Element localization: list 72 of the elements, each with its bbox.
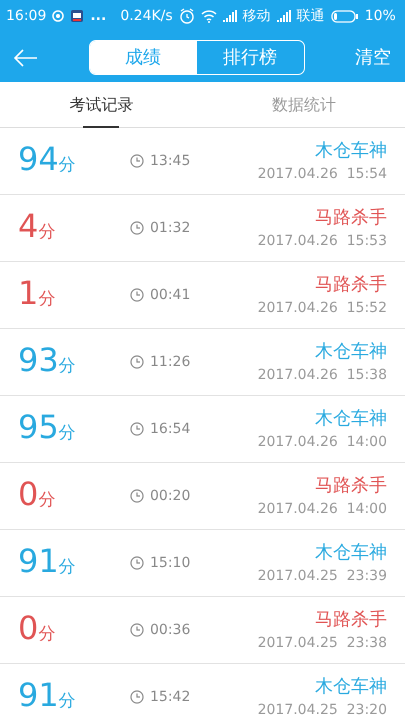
duration: 15:10 <box>150 554 190 572</box>
battery-icon <box>330 10 359 22</box>
score: 91 <box>18 679 59 712</box>
exam-date: 2017.04.26 14:00 <box>258 500 387 519</box>
score-unit: 分 <box>58 154 76 178</box>
duration: 01:32 <box>150 218 190 238</box>
score: 0 <box>18 478 38 510</box>
segment-tab[interactable]: 排行榜 <box>196 40 304 74</box>
more-indicator: ... <box>90 6 106 26</box>
exam-date: 2017.04.26 14:00 <box>258 433 387 452</box>
score: 4 <box>18 210 38 242</box>
result-title: 马路杀手 <box>315 608 387 632</box>
result-title: 木仓车神 <box>315 139 387 163</box>
clock-icon <box>130 288 144 302</box>
clock-time: 16:09 <box>6 6 46 26</box>
result-title: 马路杀手 <box>315 474 387 498</box>
exam-date: 2017.04.26 15:52 <box>258 299 387 318</box>
battery-percent: 10% <box>364 6 396 26</box>
score-unit: 分 <box>58 355 76 378</box>
exam-date: 2017.04.26 15:54 <box>258 165 387 184</box>
exam-date: 2017.04.25 23:39 <box>258 567 387 586</box>
signal-icon <box>222 10 237 22</box>
clock-icon <box>130 623 144 637</box>
score-unit: 分 <box>58 690 76 714</box>
wifi-icon <box>200 9 217 23</box>
notification-icon <box>52 10 64 22</box>
clock-icon <box>130 355 144 369</box>
score: 91 <box>18 545 59 578</box>
result-title: 木仓车神 <box>315 675 387 699</box>
tab[interactable]: 考试记录 <box>0 82 202 128</box>
app-icon <box>70 9 84 23</box>
clear-button[interactable]: 清空 <box>355 44 391 70</box>
duration: 00:20 <box>150 486 190 506</box>
duration: 15:42 <box>150 688 190 706</box>
duration: 00:36 <box>150 620 190 640</box>
duration: 16:54 <box>150 420 190 438</box>
score: 1 <box>18 277 38 310</box>
exam-date: 2017.04.25 23:38 <box>258 634 387 653</box>
exam-date: 2017.04.26 15:53 <box>258 232 387 251</box>
score: 0 <box>18 612 38 644</box>
clock-icon <box>130 690 144 704</box>
score-unit: 分 <box>58 422 76 446</box>
network-speed: 0.24K/s <box>120 6 173 26</box>
score: 93 <box>18 344 59 376</box>
exam-date: 2017.04.25 23:20 <box>258 701 387 720</box>
exam-date: 2017.04.26 15:38 <box>258 366 387 385</box>
duration: 11:26 <box>150 352 190 372</box>
carrier-name: 移动 <box>242 6 271 26</box>
alarm-icon <box>178 8 195 24</box>
clock-icon <box>130 556 144 570</box>
result-title: 马路杀手 <box>315 206 387 230</box>
score-unit: 分 <box>38 221 56 244</box>
result-title: 木仓车神 <box>315 407 387 431</box>
result-title: 木仓车神 <box>315 541 387 565</box>
result-title: 木仓车神 <box>315 340 387 364</box>
duration: 13:45 <box>150 152 190 170</box>
score-unit: 分 <box>38 288 56 312</box>
tab[interactable]: 数据统计 <box>202 82 405 128</box>
duration: 00:41 <box>150 286 190 304</box>
clock-icon <box>130 422 144 436</box>
carrier-name: 联通 <box>296 6 325 26</box>
clock-icon <box>130 489 144 503</box>
score-unit: 分 <box>38 489 56 512</box>
segment-tab[interactable]: 成绩 <box>90 40 196 74</box>
clock-icon <box>130 154 144 168</box>
score-unit: 分 <box>38 623 56 646</box>
signal-icon <box>276 10 291 22</box>
clock-icon <box>130 221 144 235</box>
score-unit: 分 <box>58 556 76 580</box>
score: 94 <box>18 143 59 176</box>
result-title: 马路杀手 <box>315 273 387 297</box>
score: 95 <box>18 411 59 444</box>
